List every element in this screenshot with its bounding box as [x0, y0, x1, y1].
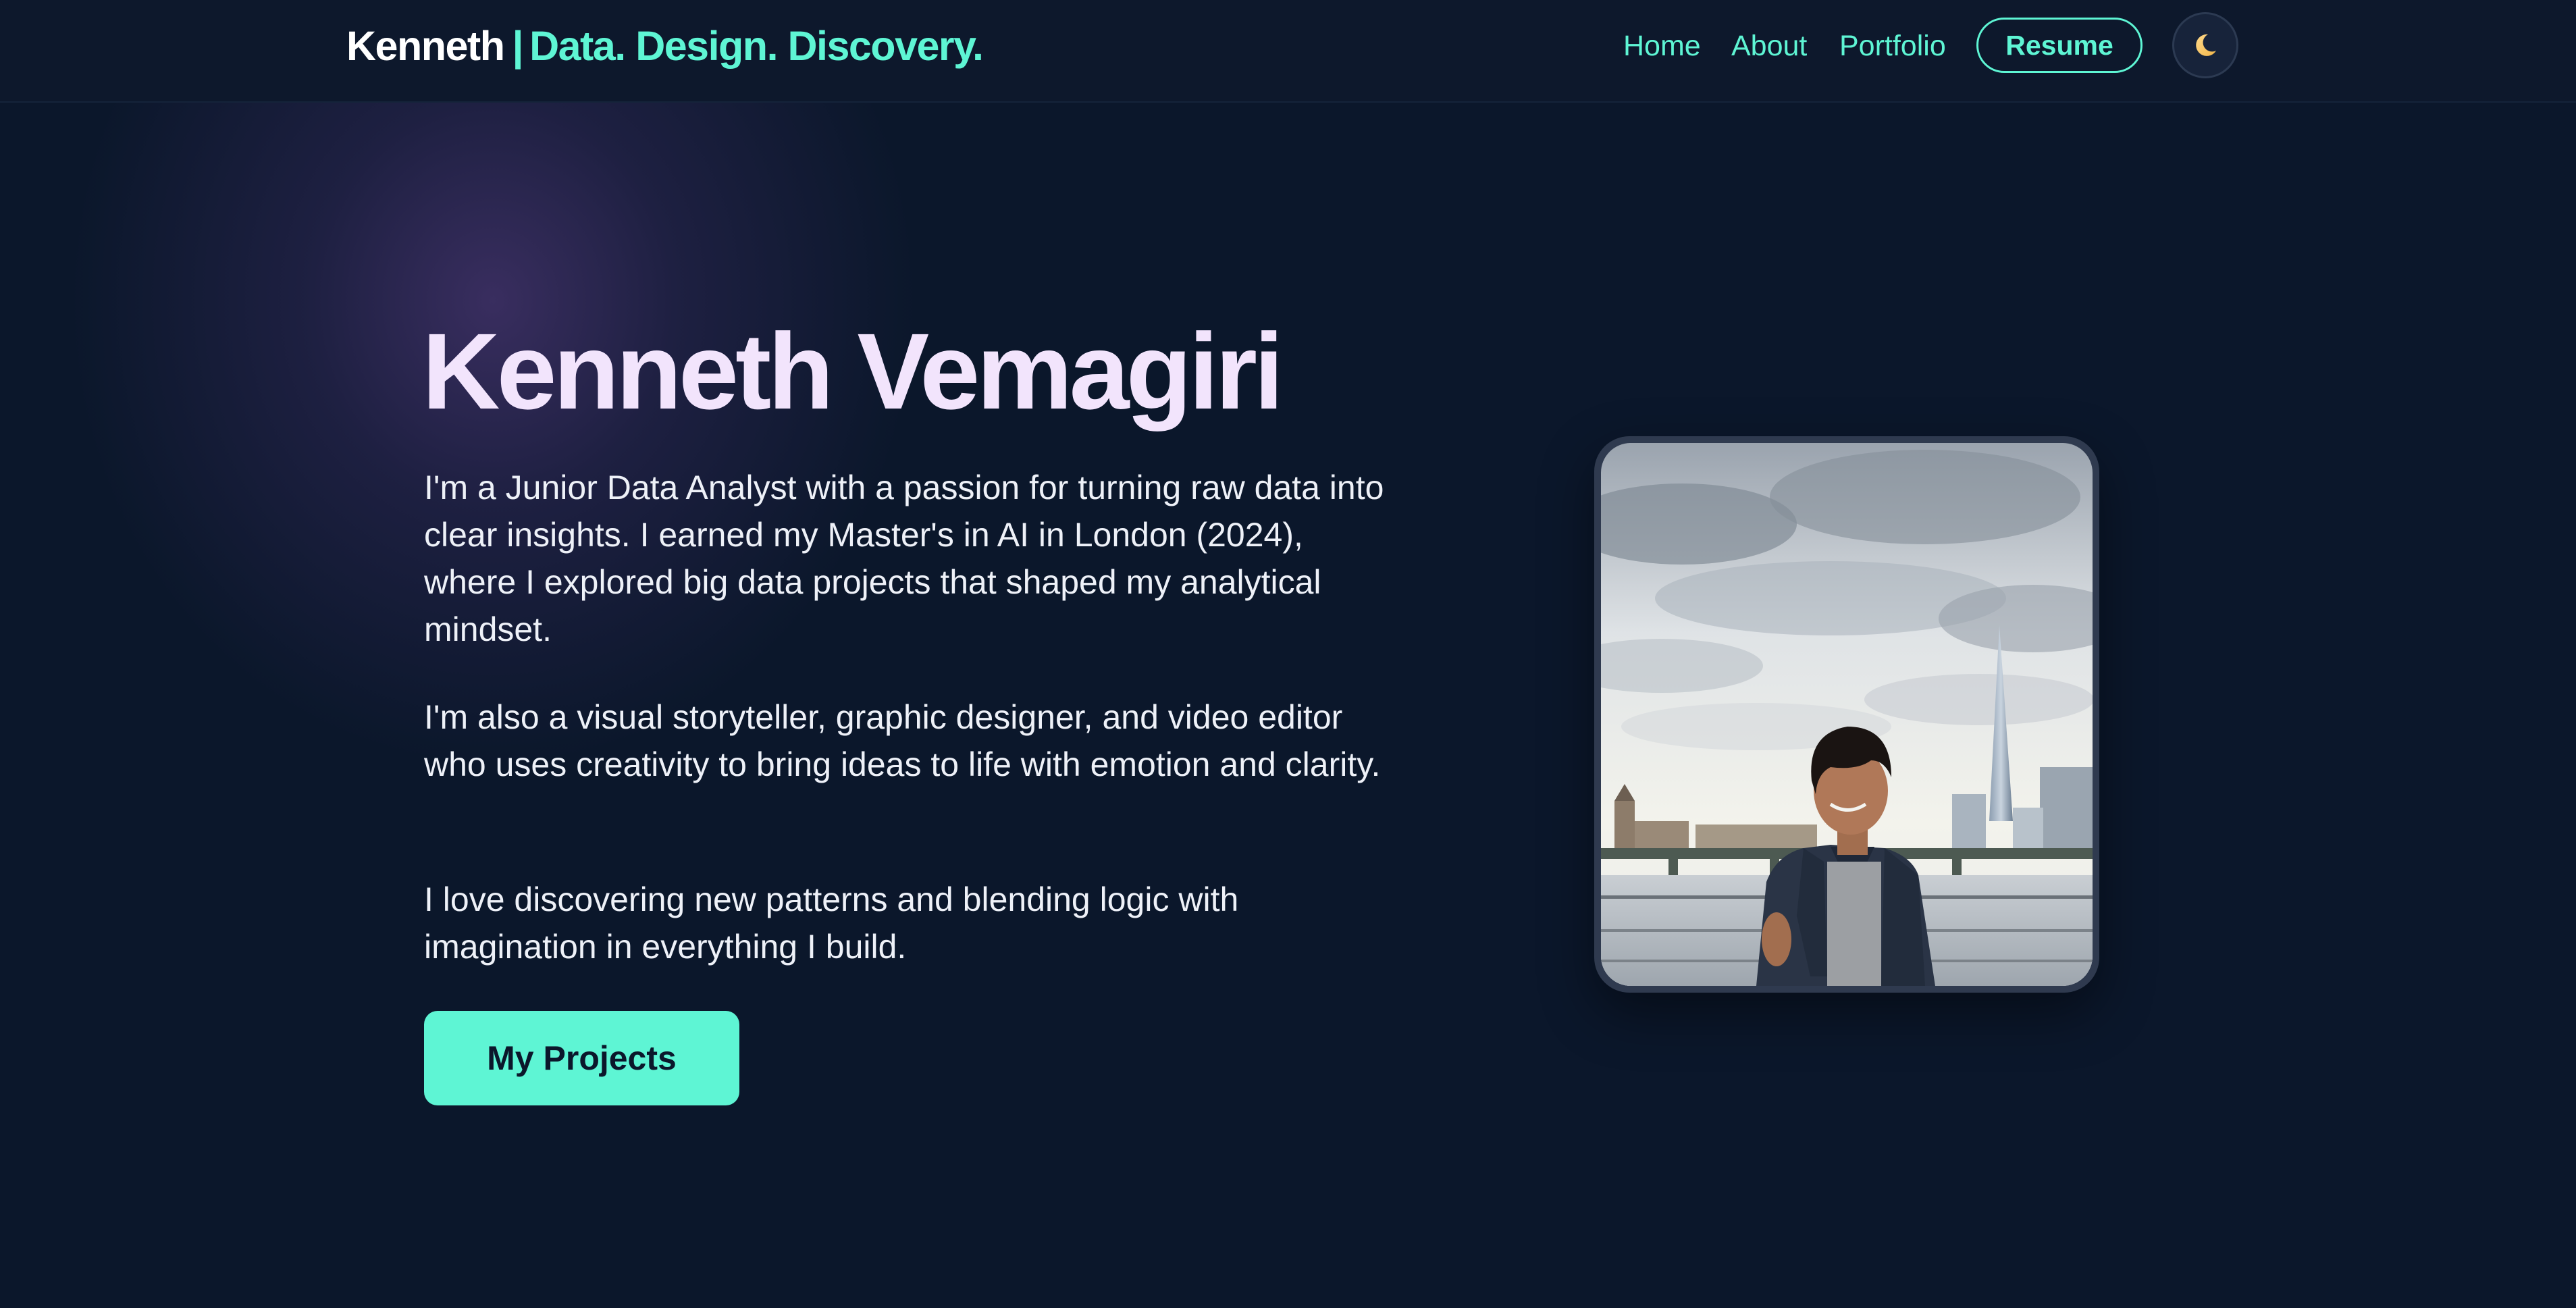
hero-paragraph-intro: I'm a Junior Data Analyst with a passion…: [424, 469, 1384, 648]
my-projects-button[interactable]: My Projects: [424, 1011, 739, 1105]
theme-toggle-button[interactable]: [2172, 12, 2238, 78]
brand-logo[interactable]: Kenneth | Data. Design. Discovery.: [346, 19, 984, 73]
hero-title: Kenneth Vemagiri: [422, 311, 1284, 431]
hero-paragraph-creative: I'm also a visual storyteller, graphic d…: [424, 698, 1381, 783]
nav-link-about[interactable]: About: [1731, 27, 1807, 65]
resume-button[interactable]: Resume: [1976, 18, 2143, 73]
nav-link-portfolio[interactable]: Portfolio: [1839, 27, 1946, 65]
nav-link-home[interactable]: Home: [1623, 27, 1701, 65]
profile-photo: [1601, 443, 2093, 986]
brand-name: Kenneth: [346, 23, 505, 69]
navbar: Kenneth | Data. Design. Discovery. Home Ab…: [0, 0, 2576, 103]
brand-tagline: Data. Design. Discovery.: [529, 23, 984, 69]
profile-photo-frame: [1594, 436, 2099, 993]
hero-paragraph-closing: I love discovering new patterns and blen…: [424, 881, 1239, 966]
brand-separator: |: [512, 23, 524, 69]
moon-icon: [2196, 34, 2216, 56]
